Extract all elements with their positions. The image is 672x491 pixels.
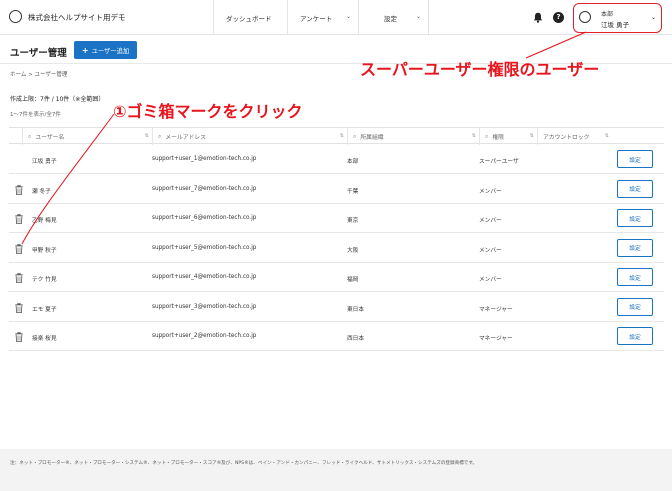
trash-icon[interactable] [15,184,23,195]
footer: 注：ネット・プロモーター®、ネット・プロモーター・システム®、ネット・プロモータ… [0,449,672,491]
chevron-down-icon: ⌄ [415,13,421,20]
cell-role: マネージャー [479,306,513,313]
site-title[interactable]: 株式会社ヘルプサイト用デモ [28,12,126,23]
cell-dept: 本部 [347,159,359,165]
cell-role: メンバー [479,277,502,283]
annotation-super-user: スーパーユーザー権限のユーザー [360,60,600,79]
table-row: 甲野 秋子 support+user_5@emotion-tech.co.jp 大阪… [9,234,664,263]
chevron-down-icon: ⌄ [345,13,351,20]
cell-email: support+user_7@emotion-tech.co.jp [152,185,257,192]
cell-role: スーパーユーザ [479,159,519,165]
cell-username: 瀬 冬子 [32,188,51,195]
cell-dept: 東日本 [347,306,365,313]
cell-email: support+user_1@emotion-tech.co.jp [152,156,257,162]
settings-button[interactable]: 設定 [617,327,653,345]
settings-button[interactable]: 設定 [617,179,653,198]
sort-icon[interactable]: ⇅ [530,133,534,139]
search-icon[interactable]: ⌕ [158,133,161,141]
cell-email: support+user_2@emotion-tech.co.jp [152,333,257,339]
column-username[interactable]: ⌕ ユーザー名 ⇅ [22,128,152,145]
cell-email: support+user_6@emotion-tech.co.jp [152,215,257,221]
top-header: 株式会社ヘルプサイト用デモ ダッシュボード アンケート ⌄ 設定 ⌄ ? 本部 … [0,0,672,35]
nav-dashboard[interactable]: ダッシュボード [213,0,287,35]
cell-role: メンバー [479,247,502,254]
cell-username: 乙野 梅見 [32,218,57,224]
cell-username: 江坂 勇子 [32,159,57,165]
plus-icon: + [81,45,89,55]
table-row: 瀬 冬子 support+user_7@emotion-tech.co.jp 千葉 メ… [9,175,664,204]
table-row: エモ 夏子 support+user_3@emotion-tech.co.jp 東日… [9,293,664,322]
chevron-down-icon: ⌄ [650,14,656,21]
settings-button[interactable]: 設定 [617,297,653,316]
breadcrumb[interactable]: ホーム > ユーザー管理 [10,70,67,78]
user-menu[interactable]: 本部 江坂 勇子 ⌄ [573,3,662,33]
cell-dept: 東京 [347,218,359,224]
trash-icon[interactable] [15,302,23,313]
cell-username: 甲野 秋子 [32,247,57,254]
nav-settings-label: 設定 [384,15,397,23]
table-header: ⌕ ユーザー名 ⇅ ⌕ メールアドレス ⇅ ⌕ 所属組織 ⇅ ⌕ 権限 ⇅ アカ… [9,127,664,145]
user-dept: 本部 [601,11,614,18]
help-icon[interactable]: ? [553,12,564,23]
footer-trademark-text: 注：ネット・プロモーター®、ネット・プロモーター・システム®、ネット・プロモータ… [10,461,478,466]
cell-dept: 西日本 [347,336,365,342]
sort-icon[interactable]: ⇅ [605,133,609,139]
add-user-button[interactable]: + ユーザー追加 [74,41,137,59]
search-icon[interactable]: ⌕ [28,133,31,141]
table-row: 接楽 桜見 support+user_2@emotion-tech.co.jp 西日… [9,322,664,351]
settings-button[interactable]: 設定 [617,238,653,257]
settings-button[interactable]: 設定 [617,268,653,286]
trash-icon[interactable] [15,272,23,283]
column-username-label: ユーザー名 [35,135,65,141]
page-title: ユーザー管理 [10,48,67,59]
column-dept-label: 所属組織 [360,135,384,141]
cell-username: テク 竹見 [32,277,57,283]
column-account-lock-label: アカウントロック [543,135,590,141]
column-account-lock[interactable]: アカウントロック ⇅ [537,128,612,145]
nav-settings[interactable]: 設定 ⌄ [358,0,429,35]
cell-email: support+user_4@emotion-tech.co.jp [152,274,257,280]
user-count-text: 作成上限：7件 / 10件（※全範囲） [10,96,105,103]
nav-dashboard-label: ダッシュボード [226,15,272,23]
sort-icon[interactable]: ⇅ [472,133,476,139]
cell-dept: 千葉 [347,188,359,195]
trash-icon[interactable] [15,213,23,224]
cell-username: エモ 夏子 [32,306,57,313]
trash-icon[interactable] [15,243,23,254]
annotation-step1: ①ゴミ箱マークをクリック [113,102,303,121]
trash-icon[interactable] [15,331,23,342]
column-dept[interactable]: ⌕ 所属組織 ⇅ [347,128,479,145]
cell-email: support+user_5@emotion-tech.co.jp [152,244,257,251]
column-email-label: メールアドレス [165,135,206,141]
search-icon[interactable]: ⌕ [485,133,488,141]
column-role-label: 権限 [492,135,504,141]
company-logo-icon[interactable] [9,10,22,23]
column-role[interactable]: ⌕ 権限 ⇅ [479,128,537,145]
settings-button[interactable]: 設定 [617,209,653,227]
search-icon[interactable]: ⌕ [353,133,356,141]
cell-username: 接楽 桜見 [32,336,57,342]
bell-icon[interactable] [533,12,543,23]
table-row: テク 竹見 support+user_4@emotion-tech.co.jp 福岡… [9,263,664,292]
cell-dept: 福岡 [347,277,359,283]
add-user-button-label: ユーザー追加 [91,47,130,55]
table-row: 江坂 勇子 support+user_1@emotion-tech.co.jp 本部… [9,145,664,174]
settings-button[interactable]: 設定 [617,150,653,168]
cell-dept: 大阪 [347,247,359,254]
cell-email: support+user_3@emotion-tech.co.jp [152,303,257,310]
pagination-range-text: 1〜7件を表示/全7件 [10,112,61,118]
nav-survey[interactable]: アンケート ⌄ [287,0,358,35]
nav-survey-label: アンケート [300,15,333,23]
cell-role: メンバー [479,218,502,224]
user-avatar [579,11,591,23]
annotation-line-super-user [525,31,587,59]
column-email[interactable]: ⌕ メールアドレス ⇅ [152,128,347,145]
table-row: 乙野 梅見 support+user_6@emotion-tech.co.jp 東京… [9,204,664,233]
cell-role: マネージャー [479,336,513,342]
sort-icon[interactable]: ⇅ [145,133,149,139]
sort-icon[interactable]: ⇅ [340,133,344,139]
user-name: 江坂 勇子 [601,21,630,29]
cell-role: メンバー [479,188,502,195]
